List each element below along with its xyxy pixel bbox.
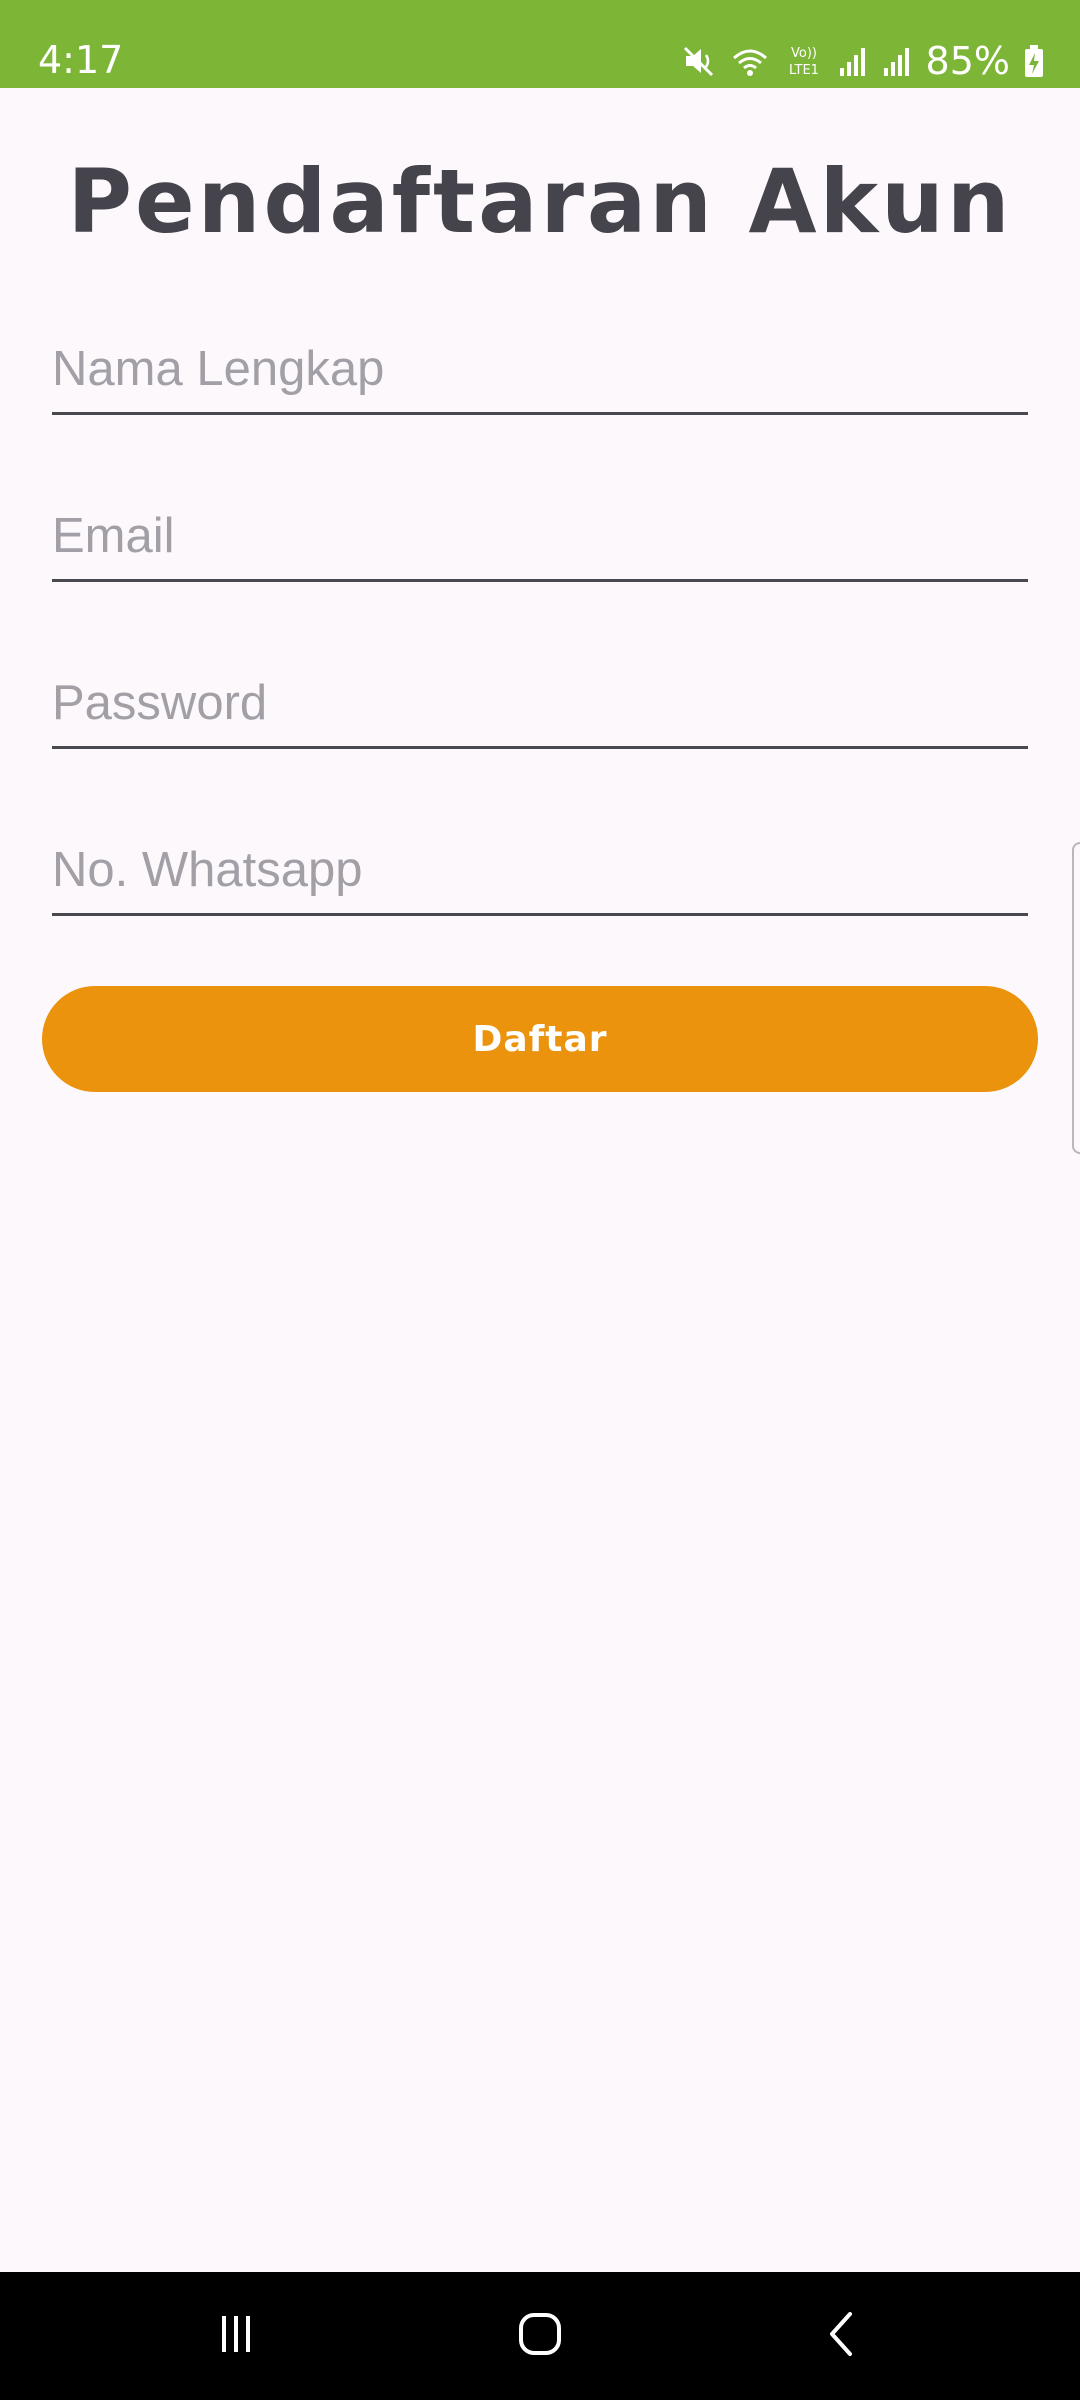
recent-apps-button[interactable] bbox=[176, 2272, 296, 2400]
page-title: Pendaftaran Akun bbox=[67, 150, 1013, 253]
svg-text:LTE1: LTE1 bbox=[789, 63, 819, 78]
battery-percent: 85% bbox=[925, 39, 1010, 83]
status-icons: Vo)) LTE1 85% bbox=[682, 36, 1044, 86]
wifi-icon bbox=[730, 44, 770, 78]
edge-panel-handle[interactable] bbox=[1072, 842, 1080, 1154]
back-button[interactable] bbox=[782, 2272, 902, 2400]
signal-icon bbox=[882, 44, 912, 78]
password-input[interactable] bbox=[52, 668, 1028, 738]
full-name-field bbox=[52, 312, 1028, 415]
back-icon bbox=[820, 2310, 864, 2362]
home-icon bbox=[516, 2310, 564, 2362]
signal-icon bbox=[838, 44, 868, 78]
email-input[interactable] bbox=[52, 501, 1028, 571]
svg-text:Vo)): Vo)) bbox=[791, 46, 817, 61]
status-bar: 4:17 Vo)) LTE1 85% bbox=[0, 0, 1080, 88]
home-button[interactable] bbox=[480, 2272, 600, 2400]
whatsapp-input[interactable] bbox=[52, 835, 1028, 905]
mute-icon bbox=[682, 44, 716, 78]
register-button[interactable]: Daftar bbox=[42, 986, 1038, 1092]
full-name-input[interactable] bbox=[52, 334, 1028, 404]
status-time: 4:17 bbox=[38, 38, 124, 82]
password-field bbox=[52, 646, 1028, 749]
volte-icon: Vo)) LTE1 bbox=[784, 43, 824, 79]
navigation-bar bbox=[0, 2272, 1080, 2400]
whatsapp-field bbox=[52, 813, 1028, 916]
battery-charging-icon bbox=[1024, 44, 1044, 78]
email-field bbox=[52, 479, 1028, 582]
recent-apps-icon bbox=[214, 2312, 258, 2360]
